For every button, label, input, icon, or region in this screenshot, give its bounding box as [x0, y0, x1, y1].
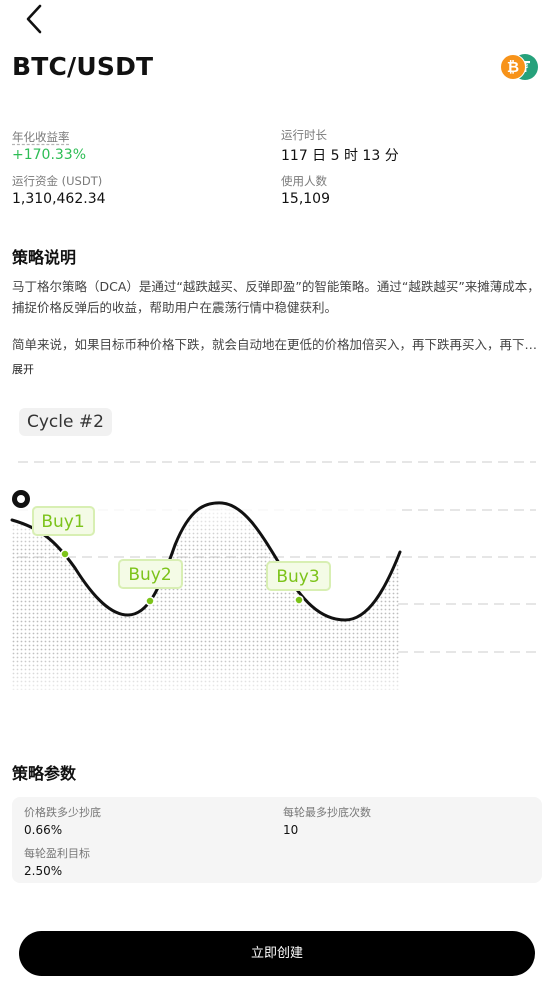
drop-value: 0.66%	[24, 823, 63, 837]
start-marker-icon	[12, 490, 30, 508]
cycle-badge: Cycle #2	[19, 408, 112, 436]
strategy-paragraph-1: 马丁格尔策略（DCA）是通过“越跌越买、反弹即盈”的智能策略。通过“越跌越买”来…	[12, 279, 540, 315]
runtime-stat: 运行时长 117 日 5 时 13 分	[281, 127, 399, 165]
coin-pair-icons: ₮ ₿	[500, 54, 540, 84]
profit-param: 每轮盈利目标 2.50%	[24, 845, 90, 878]
annual-yield-value: +170.33%	[12, 147, 87, 163]
buy2-label: Buy2	[118, 559, 183, 589]
page-title: BTC/USDT	[12, 52, 154, 81]
profit-label: 每轮盈利目标	[24, 847, 90, 860]
create-now-button[interactable]: 立即创建	[19, 931, 535, 976]
buy2-point	[145, 596, 155, 606]
bitcoin-icon: ₿	[500, 54, 526, 80]
buy1-text: Buy1	[41, 512, 84, 532]
runtime-label: 运行时长	[281, 128, 327, 142]
runtime-value: 117 日 5 时 13 分	[281, 148, 399, 164]
max-buys-param: 每轮最多抄底次数 10	[283, 804, 371, 837]
funds-value: 1,310,462.34	[12, 191, 106, 207]
expand-link[interactable]: 展开	[12, 361, 34, 377]
max-buys-value: 10	[283, 823, 299, 837]
funds-label: 运行资金 (USDT)	[12, 174, 103, 188]
params-section-title: 策略参数	[12, 764, 77, 783]
buy3-point	[294, 595, 304, 605]
profit-value: 2.50%	[24, 864, 63, 878]
dca-illustration: Buy1 Buy2 Buy3	[10, 461, 536, 700]
funds-stat: 运行资金 (USDT) 1,310,462.34	[12, 173, 106, 207]
buy3-label: Buy3	[266, 561, 331, 591]
params-card: 价格跌多少抄底 0.66% 每轮最多抄底次数 10 每轮盈利目标 2.50%	[12, 797, 542, 883]
users-value: 15,109	[281, 191, 330, 207]
buy1-point	[60, 549, 70, 559]
buy1-label: Buy1	[32, 506, 95, 536]
users-stat: 使用人数 15,109	[281, 173, 330, 207]
buy3-text: Buy3	[276, 567, 319, 587]
drop-label: 价格跌多少抄底	[24, 806, 101, 819]
strategy-paragraph-2: 简单来说，如果目标币种价格下跌，就会自动地在更低的价格加倍买入，再下跌再买入，再…	[12, 337, 540, 352]
drop-param: 价格跌多少抄底 0.66%	[24, 804, 101, 837]
annual-yield-stat: 年化收益率 +170.33%	[12, 129, 86, 163]
chevron-left-icon	[26, 4, 42, 34]
max-buys-label: 每轮最多抄底次数	[283, 806, 371, 819]
back-button[interactable]	[22, 2, 50, 36]
buy2-text: Buy2	[128, 565, 171, 585]
users-label: 使用人数	[281, 174, 327, 188]
strategy-section-title: 策略说明	[12, 248, 77, 267]
annual-yield-label: 年化收益率	[12, 130, 70, 144]
